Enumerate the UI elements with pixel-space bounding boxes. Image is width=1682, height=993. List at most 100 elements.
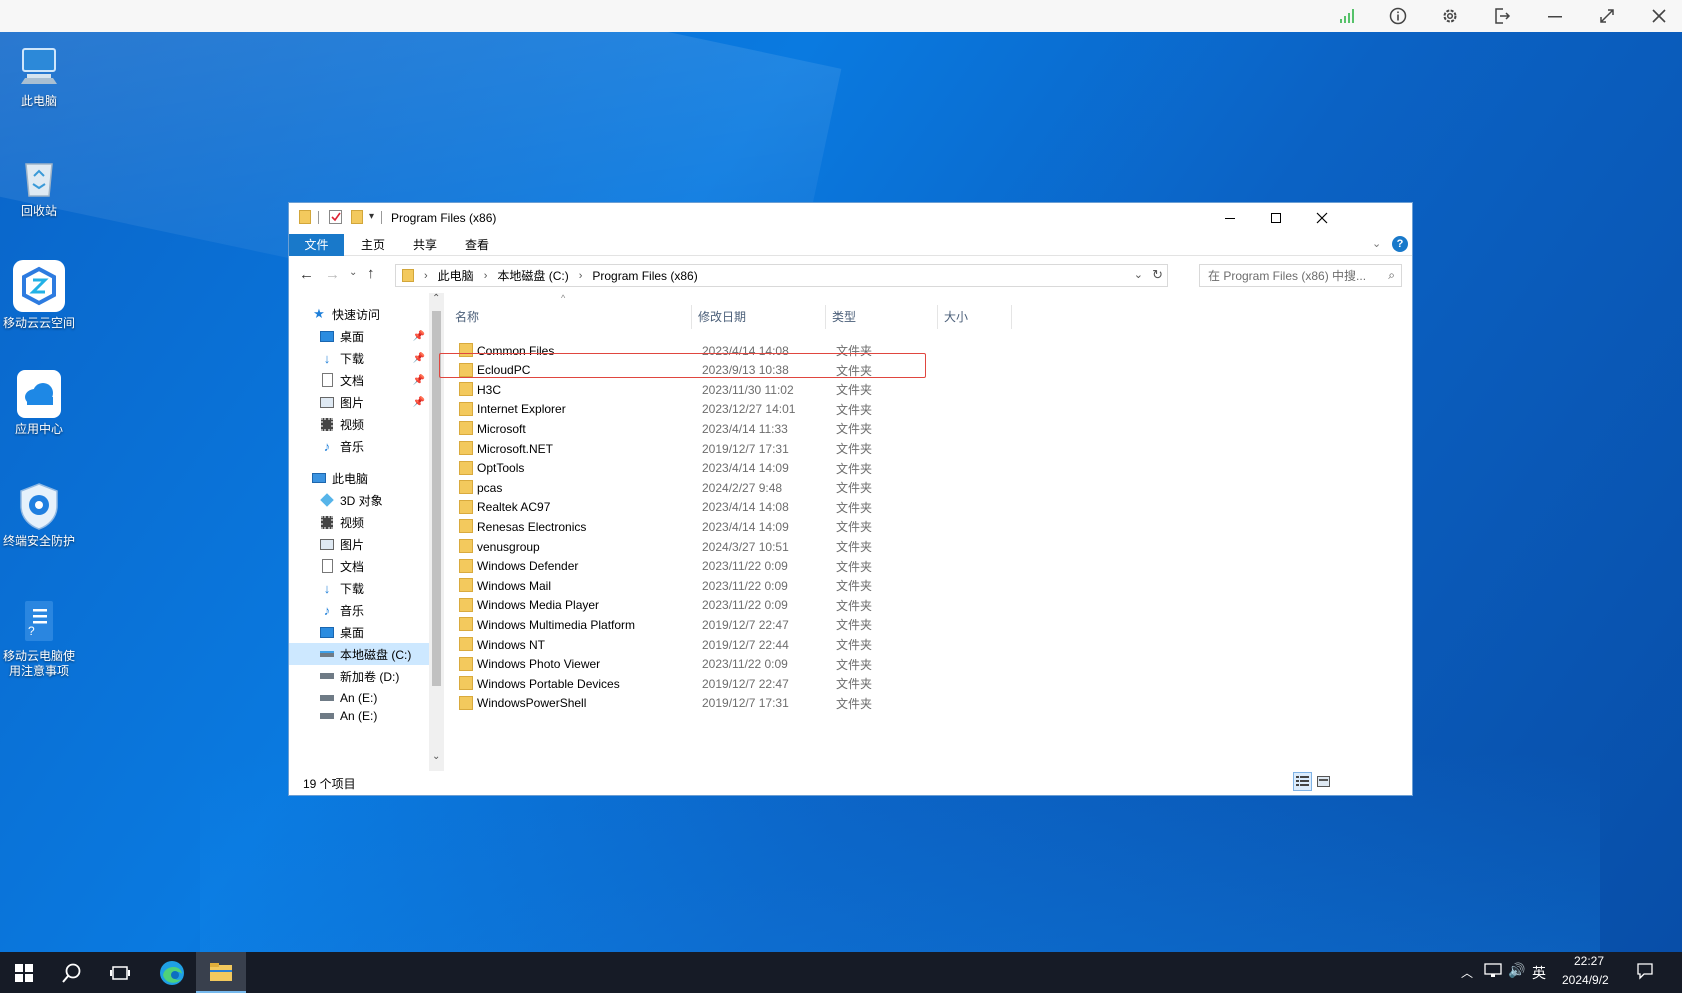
properties-icon[interactable] [329,210,342,224]
up-arrow-icon[interactable]: ↑ [367,265,375,282]
address-dropdown-icon[interactable]: ⌄ [1134,268,1143,281]
nav-this-pc[interactable]: 此电脑 [289,467,429,489]
nav-downloads[interactable]: ↓ 下载 [289,577,429,599]
file-row[interactable]: Windows Defender 2023/11/22 0:09 文件夹 [449,556,989,577]
nav-quick-desktop[interactable]: 桌面 📌 [289,325,429,347]
nav-videos[interactable]: 视频 [289,511,429,533]
column-type[interactable]: 类型 [826,305,938,329]
file-name: Internet Explorer [477,402,566,417]
start-button[interactable] [0,952,48,993]
search-icon[interactable]: ⌕ [1388,268,1395,283]
file-row[interactable]: Windows NT 2019/12/7 22:44 文件夹 [449,634,989,655]
nav-quick-documents[interactable]: 文档 📌 [289,369,429,391]
file-explorer-button[interactable] [196,952,246,993]
file-row[interactable]: Renesas Electronics 2023/4/14 14:09 文件夹 [449,516,989,537]
nav-drive-d[interactable]: 新加卷 (D:) [289,665,429,687]
file-row[interactable]: H3C 2023/11/30 11:02 文件夹 [449,379,989,400]
file-name: Windows Portable Devices [477,676,620,691]
window-maximize-button[interactable] [1253,203,1299,233]
nav-desktop[interactable]: 桌面 [289,621,429,643]
desktop-icon-app-center[interactable]: 应用中心 [2,370,76,437]
close-icon[interactable] [1648,5,1670,27]
clock-time[interactable]: 22:27 [1574,954,1604,968]
input-language-indicator[interactable]: 英 [1532,963,1546,983]
logout-icon[interactable] [1491,5,1513,27]
column-name[interactable]: 名称 [449,305,692,329]
file-row[interactable]: pcas 2024/2/27 9:48 文件夹 [449,477,989,498]
nav-drive-e[interactable]: An (E:) [289,687,429,709]
help-icon[interactable]: ? [1392,236,1408,252]
minimize-icon[interactable] [1544,5,1566,27]
nav-pictures[interactable]: 图片 [289,533,429,555]
nav-quick-pictures[interactable]: 图片 📌 [289,391,429,413]
file-row[interactable]: Windows Portable Devices 2019/12/7 22:47 文… [449,673,989,694]
breadcrumb-drive-c[interactable]: 本地磁盘 (C:) [497,267,568,284]
nav-quick-access[interactable]: ★ 快速访问 [289,303,429,325]
breadcrumb-program-files[interactable]: Program Files (x86) [592,269,697,283]
tab-view[interactable]: 查看 [451,234,503,256]
nav-music[interactable]: ♪ 音乐 [289,599,429,621]
show-hidden-icons-icon[interactable]: ︿ [1461,964,1473,981]
task-view-button[interactable] [96,952,144,993]
breadcrumb-this-pc[interactable]: 此电脑 [438,267,474,284]
new-folder-icon[interactable] [351,210,363,224]
folder-icon [459,499,473,514]
scroll-down-icon[interactable]: ⌄ [432,751,440,762]
tab-file[interactable]: 文件 [289,234,344,256]
large-icons-view-icon[interactable] [1315,773,1332,790]
refresh-icon[interactable]: ↻ [1152,267,1163,283]
fullscreen-icon[interactable] [1596,5,1618,27]
file-row[interactable]: Internet Explorer 2023/12/27 14:01 文件夹 [449,399,989,420]
desktop-icon-security[interactable]: 终端安全防护 [2,482,76,549]
file-row[interactable]: Realtek AC97 2023/4/14 14:08 文件夹 [449,497,989,518]
network-icon[interactable] [1484,963,1502,982]
expand-ribbon-icon[interactable]: ⌄ [1372,237,1381,250]
desktop-icon-cloud-space[interactable]: 移动云云空间 [2,260,76,331]
file-row[interactable]: venusgroup 2024/3/27 10:51 文件夹 [449,536,989,557]
nav-quick-videos[interactable]: 视频 [289,413,429,435]
column-date[interactable]: 修改日期 [692,305,826,329]
file-row[interactable]: WindowsPowerShell 2019/12/7 17:31 文件夹 [449,693,989,714]
details-view-icon[interactable] [1293,772,1312,791]
search-box[interactable]: 在 Program Files (x86) 中搜... ⌕ [1199,264,1402,287]
notification-center-icon[interactable] [1636,962,1654,983]
desktop-icon-this-pc[interactable]: 此电脑 [2,42,76,109]
file-row[interactable]: Microsoft.NET 2019/12/7 17:31 文件夹 [449,438,989,459]
nav-3d-objects[interactable]: 3D 对象 [289,489,429,511]
info-icon[interactable] [1387,5,1409,27]
volume-icon[interactable]: 🔊 [1508,962,1525,979]
desktop-icon-recycle-bin[interactable]: 回收站 [2,152,76,219]
nav-drive-e-network[interactable]: An (E:) [289,709,429,723]
back-arrow-icon[interactable]: ← [299,266,314,283]
column-size[interactable]: 大小 [938,305,1012,329]
folder-icon [459,637,473,651]
file-row[interactable]: Windows Media Player 2023/11/22 0:09 文件夹 [449,595,989,616]
desktop-icon-notice-doc[interactable]: ? 移动云电脑使用注意事项 [2,597,76,679]
nav-quick-downloads[interactable]: ↓ 下载 📌 [289,347,429,369]
recent-locations-chevron-icon[interactable]: ⌄ [349,267,357,278]
address-bar[interactable]: › 此电脑 › 本地磁盘 (C:) › Program Files (x86) … [395,264,1168,287]
clock-date[interactable]: 2024/9/2 [1562,973,1609,987]
file-row[interactable]: Windows Mail 2023/11/22 0:09 文件夹 [449,575,989,596]
tab-home[interactable]: 主页 [347,234,399,256]
forward-arrow-icon[interactable]: → [325,266,340,283]
file-type: 文件夹 [836,461,873,476]
file-row[interactable]: OptTools 2023/4/14 14:09 文件夹 [449,458,989,479]
file-row[interactable]: Microsoft 2023/4/14 11:33 文件夹 [449,418,989,439]
nav-quick-music[interactable]: ♪ 音乐 [289,435,429,457]
customize-quick-access-icon[interactable]: ▾ [369,211,374,222]
file-row[interactable]: Windows Multimedia Platform 2019/12/7 22:… [449,614,989,635]
file-row[interactable]: Windows Photo Viewer 2023/11/22 0:09 文件夹 [449,654,989,675]
window-close-button[interactable] [1299,203,1345,233]
nav-drive-c[interactable]: 本地磁盘 (C:) [289,643,429,665]
folder-icon [459,656,473,671]
edge-browser-button[interactable] [148,952,196,993]
scroll-up-icon[interactable]: ⌃ [432,293,440,304]
file-name: H3C [477,382,502,397]
window-minimize-button[interactable] [1207,203,1253,233]
tab-share[interactable]: 共享 [399,234,451,256]
download-icon: ↓ [323,350,331,366]
nav-documents[interactable]: 文档 [289,555,429,577]
settings-icon[interactable] [1439,5,1461,27]
search-button[interactable] [48,952,96,993]
